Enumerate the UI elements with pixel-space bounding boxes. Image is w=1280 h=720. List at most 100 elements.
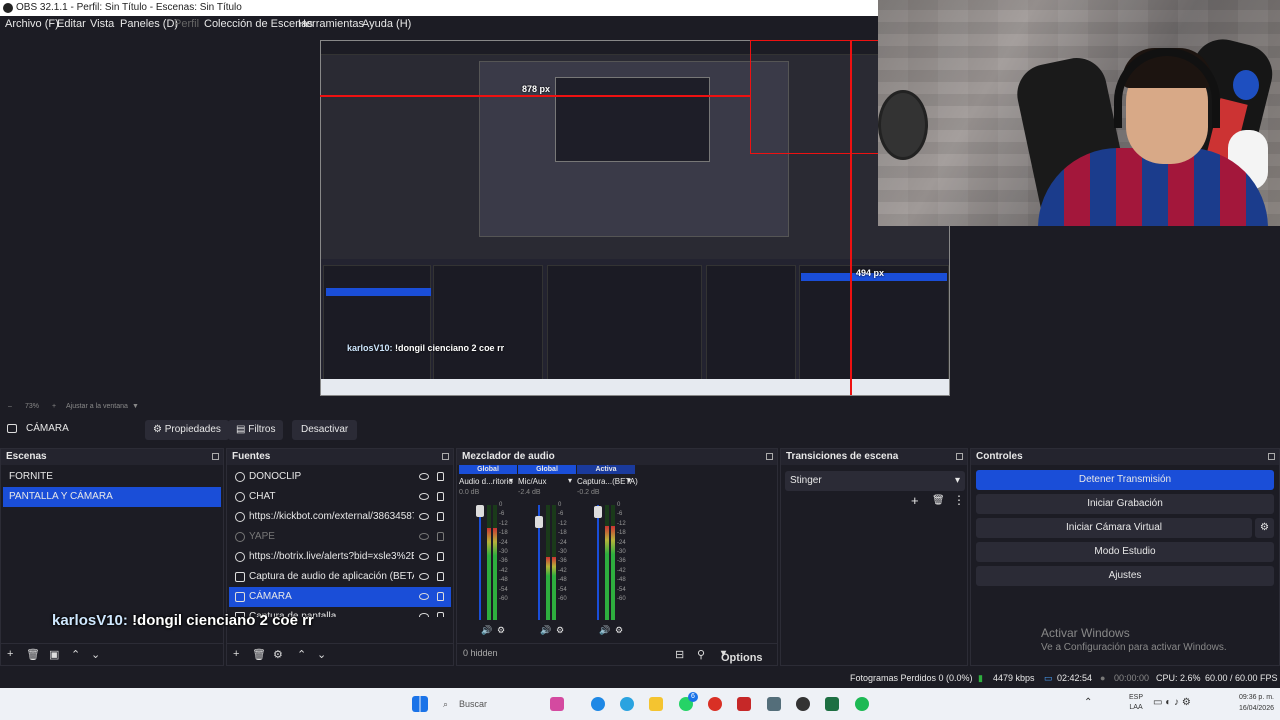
popout-icon[interactable] bbox=[956, 453, 963, 460]
speaker-icon[interactable]: 🔊 bbox=[540, 625, 551, 636]
volume-fader-track[interactable] bbox=[597, 505, 599, 620]
transition-select[interactable]: Stinger ▾ bbox=[785, 471, 965, 491]
chevron-up-icon[interactable]: ⌃ bbox=[1084, 697, 1092, 708]
chrome-icon[interactable] bbox=[708, 697, 722, 711]
menu-ayuda[interactable]: Ayuda (H) bbox=[362, 16, 411, 32]
eye-icon[interactable] bbox=[419, 593, 429, 600]
volume-fader-knob[interactable] bbox=[594, 506, 602, 518]
popout-icon[interactable] bbox=[766, 453, 773, 460]
move-down-icon[interactable]: ⌄ bbox=[317, 648, 326, 661]
volume-fader-knob[interactable] bbox=[535, 516, 543, 528]
spotify-icon[interactable] bbox=[855, 697, 869, 711]
add-transition-button[interactable]: + bbox=[911, 493, 919, 508]
menu-coleccion[interactable]: Colección de Escenas bbox=[204, 16, 313, 32]
gear-icon[interactable]: ⚙ bbox=[273, 648, 283, 661]
text-app-icon[interactable] bbox=[737, 697, 751, 711]
start-record-button[interactable]: Iniciar Grabación bbox=[976, 494, 1274, 514]
chevron-down-icon[interactable]: ▾ bbox=[509, 476, 513, 485]
move-up-icon[interactable]: ⌃ bbox=[71, 648, 80, 661]
lock-icon[interactable] bbox=[437, 572, 444, 581]
eye-icon[interactable] bbox=[419, 573, 429, 580]
channel-settings-icon[interactable]: ⚙ bbox=[556, 625, 564, 636]
eye-icon[interactable] bbox=[419, 493, 429, 500]
virtual-camera-settings-button[interactable]: ⚙ bbox=[1255, 518, 1274, 538]
popout-icon[interactable] bbox=[1268, 453, 1275, 460]
scene-filters-icon[interactable]: ▣ bbox=[49, 648, 59, 661]
edge-icon[interactable] bbox=[591, 697, 605, 711]
folder-icon[interactable] bbox=[649, 697, 663, 711]
menu-paneles[interactable]: Paneles (D) bbox=[120, 16, 178, 32]
studio-mode-button[interactable]: Modo Estudio bbox=[976, 542, 1274, 562]
channel-settings-icon[interactable]: ⚙ bbox=[615, 625, 623, 636]
zoom-fit-select[interactable]: Ajustar a la ventana bbox=[66, 399, 128, 415]
eye-icon[interactable] bbox=[419, 553, 429, 560]
trash-icon[interactable]: 🗑 bbox=[252, 648, 266, 661]
chevron-down-icon[interactable]: ▼ bbox=[132, 399, 139, 415]
db-scale-tick: -24 bbox=[617, 539, 626, 546]
add-source-button[interactable]: + bbox=[233, 648, 239, 660]
zoom-out-button[interactable]: – bbox=[8, 399, 12, 415]
lock-icon[interactable] bbox=[437, 512, 444, 521]
source-item-yape[interactable]: YAPE bbox=[229, 527, 451, 547]
deactivate-button[interactable]: Desactivar bbox=[292, 420, 358, 440]
popout-icon[interactable] bbox=[212, 453, 219, 460]
telegram-icon[interactable] bbox=[620, 697, 634, 711]
settings-button[interactable]: Ajustes bbox=[976, 566, 1274, 586]
obs-taskbar-icon[interactable] bbox=[796, 697, 810, 711]
move-up-icon[interactable]: ⌃ bbox=[297, 648, 306, 661]
more-icon[interactable]: ⋮ bbox=[953, 493, 965, 507]
system-tray-icons[interactable]: ▭ ◐ ♪ ⚙ bbox=[1153, 697, 1191, 708]
signal-icon: ▮ bbox=[978, 673, 983, 683]
eye-icon[interactable] bbox=[419, 513, 429, 520]
source-item-botrix[interactable]: https://botrix.live/alerts?bid=xsle3%2B9… bbox=[229, 547, 451, 567]
options-button[interactable]: Options ▾ bbox=[721, 648, 763, 664]
lock-icon[interactable] bbox=[437, 612, 444, 617]
menu-archivo[interactable]: Archivo (F) bbox=[5, 16, 59, 32]
source-item-kickbot[interactable]: https://kickbot.com/external/3863458758 bbox=[229, 507, 451, 527]
properties-button[interactable]: ⚙ Propiedades bbox=[145, 420, 229, 440]
trash-icon[interactable]: 🗑 bbox=[932, 495, 945, 506]
lock-icon[interactable] bbox=[437, 492, 444, 501]
eye-hidden-icon[interactable] bbox=[419, 533, 429, 540]
globe-icon bbox=[235, 552, 245, 562]
menu-editar[interactable]: Editar bbox=[57, 16, 86, 32]
lock-icon[interactable] bbox=[437, 552, 444, 561]
chevron-down-icon[interactable]: ▾ bbox=[568, 476, 572, 485]
taskbar-clock[interactable]: 09:36 p. m. 16/04/2026 bbox=[1239, 692, 1274, 714]
source-item-chat[interactable]: CHAT bbox=[229, 487, 451, 507]
trash-icon[interactable]: 🗑 bbox=[26, 648, 40, 661]
add-scene-button[interactable]: + bbox=[7, 648, 13, 660]
filters-button[interactable]: ▤ Filtros bbox=[228, 420, 284, 440]
menu-herramientas[interactable]: Herramientas bbox=[298, 16, 364, 32]
zoom-in-button[interactable]: + bbox=[52, 399, 56, 415]
start-virtual-camera-button[interactable]: Iniciar Cámara Virtual bbox=[976, 518, 1252, 538]
eye-icon[interactable] bbox=[419, 613, 429, 617]
scene-item-fornite[interactable]: FORNITE bbox=[3, 467, 221, 487]
language-indicator[interactable]: ESP LAA bbox=[1129, 693, 1143, 713]
channel-settings-icon[interactable]: ⚙ bbox=[497, 625, 505, 636]
volume-fader-knob[interactable] bbox=[476, 505, 484, 517]
app-icon[interactable] bbox=[550, 697, 564, 711]
lock-icon[interactable] bbox=[437, 532, 444, 541]
scene-item-pantalla-y-camara[interactable]: PANTALLA Y CÁMARA bbox=[3, 487, 221, 507]
windows-start-icon[interactable] bbox=[412, 696, 428, 712]
stop-stream-button[interactable]: Detener Transmisión bbox=[976, 470, 1274, 490]
link-icon[interactable]: ⚲ bbox=[697, 648, 705, 661]
source-item-donoclip[interactable]: DONOCLIP bbox=[229, 467, 451, 487]
chevron-down-icon[interactable]: ▾ bbox=[627, 476, 631, 485]
menu-vista[interactable]: Vista bbox=[90, 16, 114, 32]
eye-icon[interactable] bbox=[419, 473, 429, 480]
source-item-app-audio[interactable]: Captura de audio de aplicación (BETA) bbox=[229, 567, 451, 587]
speaker-icon[interactable]: 🔊 bbox=[481, 625, 492, 636]
move-down-icon[interactable]: ⌄ bbox=[91, 648, 100, 661]
layout-icon[interactable]: ⊟ bbox=[675, 648, 684, 661]
excel-icon[interactable] bbox=[825, 697, 839, 711]
speaker-icon[interactable]: 🔊 bbox=[599, 625, 610, 636]
lock-icon[interactable] bbox=[437, 592, 444, 601]
volume-fader-track[interactable] bbox=[479, 505, 481, 620]
source-item-camara[interactable]: CÁMARA bbox=[229, 587, 451, 607]
calculator-icon[interactable] bbox=[767, 697, 781, 711]
popout-icon[interactable] bbox=[442, 453, 449, 460]
menu-perfil[interactable]: Perfil bbox=[174, 16, 199, 32]
lock-icon[interactable] bbox=[437, 472, 444, 481]
